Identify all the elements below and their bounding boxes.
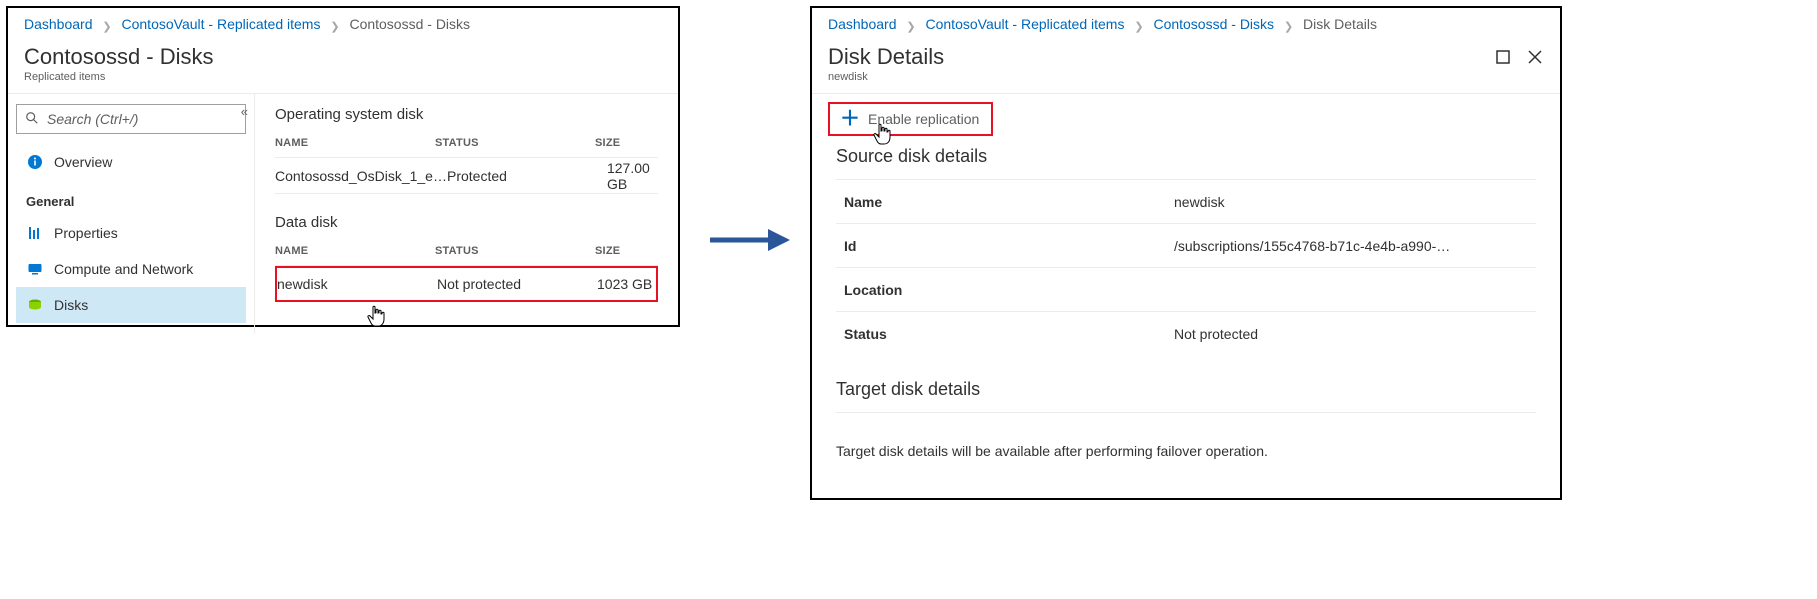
detail-row-name: Name newdisk [836,179,1536,223]
page-title: Disk Details [828,44,1544,70]
restore-window-icon[interactable] [1494,48,1512,66]
search-input[interactable]: Search (Ctrl+/) [16,104,246,134]
detail-value: Not protected [1174,326,1528,342]
data-disk-row-newdisk[interactable]: newdisk Not protected 1023 GB [275,266,658,302]
disks-content: Operating system disk NAME STATUS SIZE C… [255,94,678,333]
page-header: Disk Details newdisk [812,38,1560,94]
disks-icon [26,297,44,313]
arrow-right-icon [708,225,790,255]
col-status: STATUS [435,245,595,257]
page-title: Contosossd - Disks [24,44,662,70]
sidebar-item-compute[interactable]: Compute and Network [16,251,246,287]
crumb-dashboard[interactable]: Dashboard [828,16,897,32]
search-icon [25,111,39,128]
cell-size: 127.00 GB [607,160,658,192]
detail-label: Status [844,326,1174,342]
chevron-right-icon: ❯ [906,21,915,33]
target-details-message: Target disk details will be available af… [812,413,1560,459]
detail-label: Name [844,194,1174,210]
command-bar: ＋ Enable replication [812,94,1560,146]
col-name: NAME [275,245,435,257]
disk-details-panel: Dashboard ❯ ContosoVault - Replicated it… [810,6,1562,500]
chevron-right-icon: ❯ [1284,21,1293,33]
table-header: NAME STATUS SIZE [275,245,658,266]
collapse-sidebar-icon[interactable]: « [241,104,248,119]
crumb-dashboard[interactable]: Dashboard [24,16,93,32]
chevron-right-icon: ❯ [102,21,111,33]
sidebar-item-label: Properties [54,225,118,241]
detail-value: newdisk [1174,194,1528,210]
sidebar-item-properties[interactable]: Properties [16,215,246,251]
compute-icon [26,261,44,277]
detail-row-status: Status Not protected [836,311,1536,355]
cell-size: 1023 GB [597,276,656,292]
close-icon[interactable] [1526,48,1544,66]
crumb-vault[interactable]: ContosoVault - Replicated items [122,16,321,32]
detail-row-id: Id /subscriptions/155c4768-b71c-4e4b-a99… [836,223,1536,267]
col-name: NAME [275,137,435,149]
crumb-current: Disk Details [1303,16,1377,32]
page-header: Contosossd - Disks Replicated items [8,38,678,94]
plus-icon: ＋ [840,109,860,129]
crumb-disks[interactable]: Contosossd - Disks [1153,16,1274,32]
detail-label: Id [844,238,1174,254]
disks-panel: Dashboard ❯ ContosoVault - Replicated it… [6,6,680,327]
info-icon [26,154,44,170]
col-status: STATUS [435,137,595,149]
search-placeholder: Search (Ctrl+/) [47,111,138,127]
enable-replication-button[interactable]: ＋ Enable replication [828,102,993,136]
detail-label: Location [844,282,1174,298]
sidebar-item-disks[interactable]: Disks [16,287,246,323]
breadcrumb: Dashboard ❯ ContosoVault - Replicated it… [8,8,678,38]
detail-row-location: Location [836,267,1536,311]
enable-replication-label: Enable replication [868,111,979,127]
col-size: SIZE [595,137,658,149]
sidebar: « Search (Ctrl+/) Overview General Prope… [8,94,255,333]
crumb-vault[interactable]: ContosoVault - Replicated items [926,16,1125,32]
breadcrumb: Dashboard ❯ ContosoVault - Replicated it… [812,8,1560,38]
sidebar-item-overview[interactable]: Overview [16,144,246,180]
os-disk-row[interactable]: Contosossd_OsDisk_1_e… Protected 127.00 … [275,158,658,194]
sidebar-item-label: Disks [54,297,88,313]
cell-status: Protected [447,168,607,184]
cell-name: Contosossd_OsDisk_1_e… [275,168,447,184]
sidebar-group-general: General [16,180,246,215]
table-header: NAME STATUS SIZE [275,137,658,158]
chevron-right-icon: ❯ [1134,21,1143,33]
data-disk-section-title: Data disk [275,214,658,231]
col-size: SIZE [595,245,658,257]
cell-name: newdisk [277,276,437,292]
sidebar-item-label: Compute and Network [54,261,193,277]
detail-value: /subscriptions/155c4768-b71c-4e4b-a990-… [1174,238,1528,254]
target-details-heading: Target disk details [812,379,1560,412]
properties-icon [26,225,44,241]
os-disk-section-title: Operating system disk [275,106,658,123]
sidebar-item-label: Overview [54,154,112,170]
crumb-current: Contosossd - Disks [349,16,470,32]
page-subtitle: Replicated items [24,71,662,83]
page-subtitle: newdisk [828,71,1544,83]
cell-status: Not protected [437,276,597,292]
source-details-heading: Source disk details [812,146,1560,179]
chevron-right-icon: ❯ [330,21,339,33]
